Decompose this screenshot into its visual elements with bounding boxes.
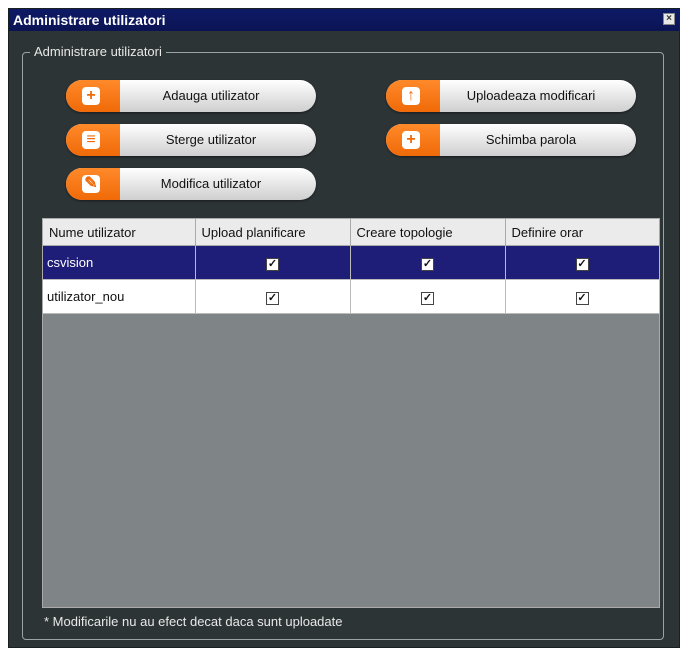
column-header-name[interactable]: Nume utilizator xyxy=(43,219,196,246)
schedule-checkbox[interactable]: ✓ xyxy=(575,291,589,305)
checkbox-cell: ✓ xyxy=(195,279,351,314)
add-user-label: Adauga utilizator xyxy=(162,88,260,103)
footnote-text: * Modificarile nu au efect decat daca su… xyxy=(44,614,343,629)
button-icon-cap: + xyxy=(386,124,440,156)
plus-icon: + xyxy=(82,87,100,105)
modify-user-button[interactable]: ✎ Modifica utilizator xyxy=(66,168,316,200)
column-header-upload[interactable]: Upload planificare xyxy=(195,219,351,246)
upload-changes-button[interactable]: ↑ Uploadeaza modificari xyxy=(386,80,636,112)
column-header-schedule[interactable]: Definire orar xyxy=(505,219,660,246)
button-icon-cap: ↑ xyxy=(386,80,440,112)
users-table: Nume utilizator Upload planificare Crear… xyxy=(42,218,660,608)
table-header-row: Nume utilizator Upload planificare Crear… xyxy=(43,219,660,246)
close-icon[interactable]: × xyxy=(663,13,675,25)
groupbox-label: Administrare utilizatori xyxy=(30,44,166,59)
column-header-topology[interactable]: Creare topologie xyxy=(350,219,506,246)
topology-checkbox[interactable]: ✓ xyxy=(421,291,434,305)
table-row[interactable]: csvision ✓ ✓ ✓ xyxy=(43,245,660,280)
user-name-cell[interactable]: utilizator_nou xyxy=(43,279,196,314)
schedule-checkbox[interactable]: ✓ xyxy=(575,257,589,271)
change-password-button[interactable]: + Schimba parola xyxy=(386,124,636,156)
upload-arrow-icon: ↑ xyxy=(402,87,420,105)
table-row[interactable]: utilizator_nou ✓ ✓ ✓ xyxy=(43,279,660,314)
upload-changes-label: Uploadeaza modificari xyxy=(466,88,596,103)
button-icon-cap: ≡ xyxy=(66,124,120,156)
modify-user-label: Modifica utilizator xyxy=(160,176,262,191)
delete-user-button[interactable]: ≡ Sterge utilizator xyxy=(66,124,316,156)
checkbox-cell: ✓ xyxy=(350,245,506,280)
checkbox-cell: ✓ xyxy=(505,245,660,280)
checkbox-cell: ✓ xyxy=(195,245,351,280)
window-titlebar[interactable]: Administrare utilizatori × xyxy=(9,9,679,31)
upload-checkbox[interactable]: ✓ xyxy=(266,291,279,305)
plus-icon: + xyxy=(402,131,420,149)
checkbox-cell: ✓ xyxy=(350,279,506,314)
trash-icon: ≡ xyxy=(82,131,100,149)
topology-checkbox[interactable]: ✓ xyxy=(421,257,434,271)
button-icon-cap: + xyxy=(66,80,120,112)
change-password-label: Schimba parola xyxy=(485,132,577,147)
checkbox-cell: ✓ xyxy=(505,279,660,314)
upload-checkbox[interactable]: ✓ xyxy=(266,257,279,271)
edit-icon: ✎ xyxy=(82,175,100,193)
delete-user-label: Sterge utilizator xyxy=(165,132,257,147)
button-icon-cap: ✎ xyxy=(66,168,120,200)
user-name-cell[interactable]: csvision xyxy=(43,245,196,280)
add-user-button[interactable]: + Adauga utilizator xyxy=(66,80,316,112)
window-title: Administrare utilizatori xyxy=(13,12,166,28)
